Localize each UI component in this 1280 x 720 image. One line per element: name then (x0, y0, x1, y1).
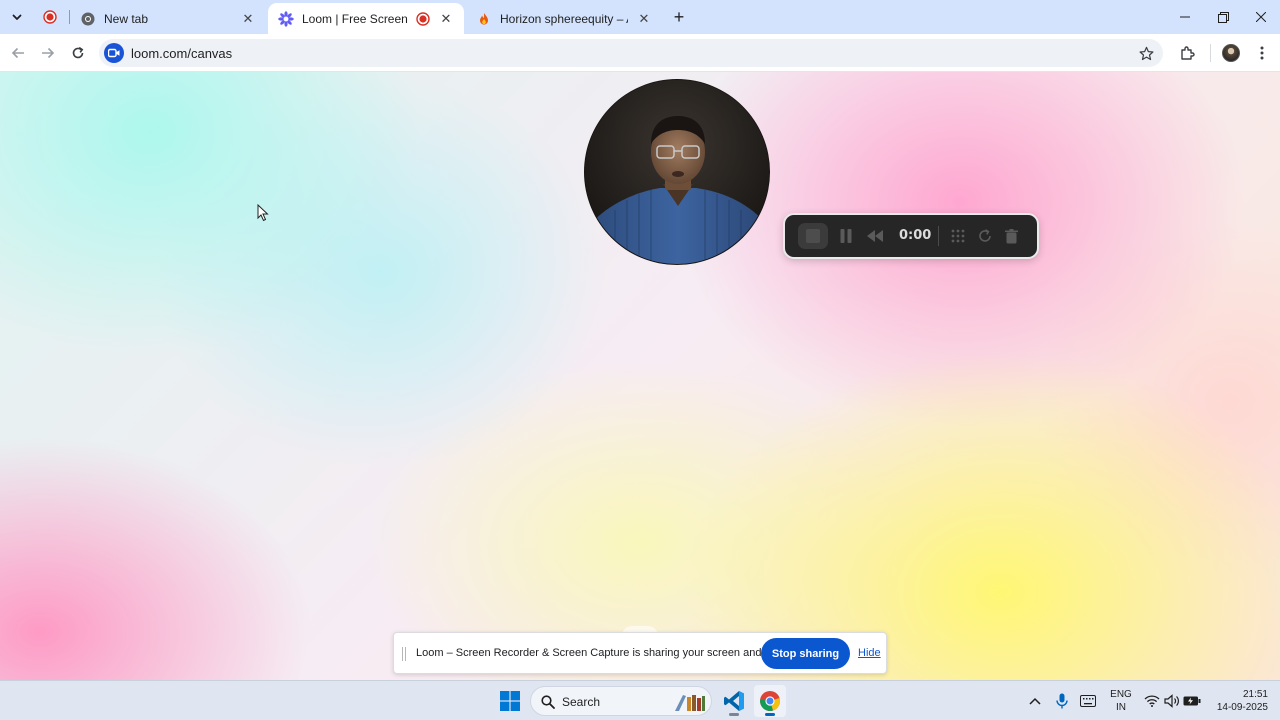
grid-icon (951, 229, 965, 243)
delete-recording-button[interactable] (1000, 225, 1022, 247)
tab-horizon[interactable]: Horizon sphereequity – Authentication ✕ (466, 3, 662, 34)
loom-canvas: 0:00 Loom – Screen Recorder & Screen Cap… (0, 72, 1280, 680)
tab-loom[interactable]: Loom | Free Screen & Video Recording ✕ (268, 3, 464, 34)
clock-time: 21:51 (1242, 689, 1268, 700)
restore-button[interactable] (1204, 0, 1242, 34)
close-icon (1256, 12, 1266, 22)
reload-button[interactable] (66, 41, 90, 65)
volume-icon (1164, 694, 1179, 708)
browser-toolbar: loom.com/canvas (0, 34, 1280, 72)
minimize-icon (1180, 16, 1190, 18)
taskbar-search-box[interactable]: Search (530, 686, 712, 716)
restart-icon (979, 229, 991, 242)
recording-controls: 0:00 (783, 213, 1039, 259)
chevron-down-icon (12, 14, 22, 20)
drag-handle-icon[interactable] (402, 647, 408, 661)
tab-title: Horizon sphereequity – Authentication (500, 11, 628, 26)
loom-icon (278, 10, 294, 27)
vscode-icon (724, 691, 744, 711)
controls-divider (938, 226, 939, 246)
more-menu-button[interactable] (1251, 42, 1273, 64)
language-code: ENG (1110, 689, 1132, 700)
close-icon[interactable]: ✕ (240, 11, 256, 27)
forward-button[interactable] (36, 41, 60, 65)
windows-logo-icon (500, 691, 520, 711)
rewind-button[interactable] (864, 225, 886, 247)
recording-timer: 0:00 (899, 228, 932, 243)
arrow-left-icon (11, 47, 24, 59)
stop-sharing-button[interactable]: Stop sharing (761, 638, 850, 669)
hide-link[interactable]: Hide (858, 647, 881, 659)
address-bar[interactable]: loom.com/canvas (99, 39, 1163, 67)
volume-tray-button[interactable] (1162, 691, 1182, 711)
back-button[interactable] (6, 41, 30, 65)
flame-icon (476, 11, 492, 27)
keyboard-tray-button[interactable] (1078, 691, 1098, 711)
search-icon (541, 695, 555, 709)
bookmark-star-icon[interactable] (1137, 44, 1155, 62)
input-language-indicator[interactable]: ENG IN (1108, 688, 1134, 714)
tab-new-tab[interactable]: New tab ✕ (70, 3, 266, 34)
record-icon (43, 10, 57, 24)
pinned-tab-recording[interactable] (36, 5, 64, 29)
screen-share-notification: Loom – Screen Recorder & Screen Capture … (393, 632, 887, 674)
webcam-video-feed (585, 80, 769, 264)
url-text[interactable]: loom.com/canvas (131, 46, 232, 61)
stop-recording-button[interactable] (798, 223, 828, 249)
chrome-icon (80, 11, 96, 27)
chrome-icon (760, 691, 781, 711)
arrow-right-icon (42, 47, 55, 59)
rewind-icon (867, 230, 883, 242)
profile-avatar-button[interactable] (1220, 42, 1242, 64)
tab-search-button[interactable] (6, 6, 28, 28)
avatar (1222, 44, 1240, 62)
start-button[interactable] (494, 685, 526, 717)
search-label: Search (562, 695, 601, 709)
running-indicator (765, 713, 775, 716)
mouse-cursor-icon (257, 204, 269, 222)
microphone-tray-button[interactable] (1052, 691, 1072, 711)
clock-date: 14-09-2025 (1216, 702, 1268, 713)
reload-icon (72, 46, 84, 59)
close-icon[interactable]: ✕ (438, 11, 454, 27)
battery-tray-button[interactable] (1182, 691, 1202, 711)
wifi-tray-button[interactable] (1142, 691, 1162, 711)
recording-indicator-icon (416, 11, 430, 26)
restore-icon (1217, 11, 1229, 23)
share-message: Loom – Screen Recorder & Screen Capture … (416, 647, 795, 659)
books-icon (675, 695, 705, 711)
vscode-taskbar-app[interactable] (718, 685, 750, 717)
more-vertical-icon (1260, 46, 1264, 60)
wifi-icon (1144, 695, 1160, 707)
video-camera-icon[interactable] (104, 43, 124, 63)
windows-taskbar: Search ENG IN 21:51 14-09-2025 (0, 680, 1280, 720)
show-hidden-icons-button[interactable] (1025, 691, 1045, 711)
microphone-icon (1056, 693, 1068, 709)
minimize-button[interactable] (1166, 0, 1204, 34)
toolbar-divider (1210, 44, 1211, 62)
pause-icon (840, 229, 852, 243)
tab-strip: New tab ✕ Loom | Free Screen & Video Rec… (0, 0, 1280, 34)
language-region: IN (1116, 702, 1126, 713)
stop-icon (806, 229, 820, 243)
new-tab-button[interactable]: + (669, 7, 689, 27)
chevron-up-icon (1029, 697, 1041, 705)
delete-icon (1004, 228, 1018, 243)
running-indicator (729, 713, 739, 716)
tab-title: Loom | Free Screen & Video Recording (302, 11, 410, 26)
extensions-icon[interactable] (1176, 42, 1198, 64)
chrome-taskbar-app[interactable] (754, 685, 786, 717)
keyboard-icon (1080, 695, 1096, 707)
pause-button[interactable] (835, 225, 857, 247)
restart-button[interactable] (974, 225, 996, 247)
system-clock[interactable]: 21:51 14-09-2025 (1208, 688, 1268, 714)
close-icon[interactable]: ✕ (636, 11, 652, 27)
camera-bubble[interactable] (584, 79, 770, 265)
battery-charging-icon (1183, 696, 1201, 706)
tab-title: New tab (104, 11, 149, 26)
close-window-button[interactable] (1242, 0, 1280, 34)
drawing-tools-button[interactable] (947, 225, 969, 247)
